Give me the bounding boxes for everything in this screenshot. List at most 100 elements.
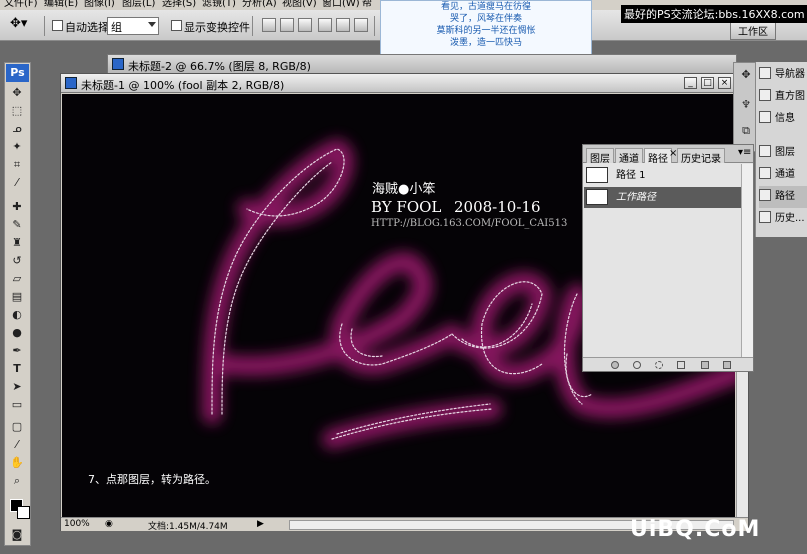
menu-file[interactable]: 文件(F)	[4, 0, 38, 9]
menu-analysis[interactable]: 分析(A)	[242, 0, 277, 9]
stroke-path-icon[interactable]	[633, 361, 641, 369]
menu-layer[interactable]: 图层(L)	[122, 0, 155, 9]
tab-layers[interactable]: 图层	[586, 148, 614, 165]
eyedropper-icon[interactable]: ⁄	[10, 177, 24, 189]
fill-path-icon[interactable]	[611, 361, 619, 369]
dock-histogram[interactable]: 直方图	[759, 86, 807, 108]
panel-menu-icon[interactable]: ▾≡	[738, 147, 751, 158]
dock-history[interactable]: 历史...	[759, 208, 807, 230]
brushes-icon[interactable]: ♆	[739, 99, 753, 111]
tab-paths[interactable]: 路径	[644, 148, 672, 165]
blog-url: HTTP://BLOG.163.COM/FOOL_CAI513	[371, 218, 568, 229]
dock-item-label: 信息	[775, 113, 795, 124]
path-name: 工作路径	[616, 192, 656, 203]
tab-channels[interactable]: 通道	[615, 148, 643, 165]
hand-tool-icon[interactable]: ✋	[10, 457, 24, 469]
dock-paths[interactable]: 路径	[759, 186, 807, 208]
show-transform-label: 显示变换控件	[184, 21, 250, 34]
clone-source-icon[interactable]: ⧉	[739, 125, 753, 137]
type-tool-icon[interactable]: T	[10, 363, 24, 375]
auto-select-value: 组	[111, 21, 122, 34]
path-row[interactable]: 路径 1	[584, 165, 741, 186]
magic-wand-icon[interactable]: ✦	[10, 141, 24, 153]
auto-select-checkbox[interactable]	[52, 20, 63, 31]
menu-help[interactable]: 帮	[362, 0, 372, 9]
dock-info[interactable]: 信息	[759, 108, 807, 130]
clone-stamp-icon[interactable]: ♜	[10, 237, 24, 249]
pen-tool-icon[interactable]: ✒	[10, 345, 24, 357]
status-arrow-icon[interactable]: ▶	[257, 519, 264, 529]
options-separator	[374, 16, 375, 36]
history-brush-icon[interactable]: ↺	[10, 255, 24, 267]
align-top-icon[interactable]	[262, 18, 276, 32]
zoom-tool-icon[interactable]: ⌕	[10, 475, 24, 487]
make-work-path-icon[interactable]	[677, 361, 685, 369]
brush-tool-icon[interactable]: ✎	[10, 219, 24, 231]
align-bottom-icon[interactable]	[298, 18, 312, 32]
channels-icon	[759, 167, 771, 179]
notes-tool-icon[interactable]: ▢	[10, 421, 24, 433]
gradient-tool-icon[interactable]: ▤	[10, 291, 24, 303]
dock-item-label: 通道	[775, 169, 795, 180]
eyedropper-icon[interactable]: ⁄	[10, 439, 24, 451]
dock-navigator[interactable]: 导航器	[759, 64, 807, 86]
dodge-tool-icon[interactable]: ●	[10, 327, 24, 339]
crop-tool-icon[interactable]: ⌗	[10, 159, 24, 171]
navigator-icon	[759, 67, 771, 79]
eraser-tool-icon[interactable]: ▱	[10, 273, 24, 285]
background-color-swatch[interactable]	[17, 506, 30, 519]
zoom-level[interactable]: 100%	[64, 519, 90, 529]
options-separator	[252, 16, 253, 36]
load-selection-icon[interactable]	[655, 361, 663, 369]
minimize-button[interactable]: _	[684, 77, 697, 89]
dock-item-label: 历史...	[775, 213, 805, 224]
path-thumbnail	[586, 167, 608, 183]
shape-tool-icon[interactable]: ▭	[10, 399, 24, 411]
background-document-window[interactable]: 未标题-2 @ 66.7% (图层 8, RGB/8)	[107, 54, 737, 74]
document-titlebar[interactable]: 未标题-1 @ 100% (fool 副本 2, RGB/8) _ □ ×	[61, 74, 748, 93]
lasso-tool-icon[interactable]: ᓄ	[10, 123, 24, 135]
move-tool-icon[interactable]: ✥▾	[10, 16, 27, 31]
align-vcenter-icon[interactable]	[280, 18, 294, 32]
dock-channels[interactable]: 通道	[759, 164, 807, 186]
tool-presets-icon[interactable]: ✥	[739, 69, 753, 81]
close-button[interactable]: ×	[718, 77, 731, 89]
menu-image[interactable]: 图像(I)	[84, 0, 115, 9]
document-size[interactable]: 文档:1.45M/4.74M	[148, 519, 228, 532]
paths-scrollbar[interactable]	[741, 164, 753, 357]
status-info-icon[interactable]: ◉	[105, 519, 113, 529]
dock-item-label: 路径	[775, 191, 795, 202]
dock-icon-strip: ✥ ♆ ⧉	[733, 62, 756, 152]
marquee-tool-icon[interactable]: ⬚	[10, 105, 24, 117]
paths-panel: 图层 通道 路径 × 历史记录 ▾≡ 路径 1 工作路径	[582, 144, 754, 372]
path-select-icon[interactable]: ➤	[10, 381, 24, 393]
auto-select-dropdown[interactable]: 组	[107, 17, 159, 35]
tab-history[interactable]: 历史记录	[677, 148, 725, 165]
histogram-icon	[759, 89, 771, 101]
history-icon	[759, 211, 771, 223]
dock-panel: 导航器 直方图 信息 图层 通道 路径 历史...	[755, 62, 807, 237]
align-left-icon[interactable]	[318, 18, 332, 32]
menu-window[interactable]: 窗口(W)	[322, 0, 360, 9]
document-icon	[112, 58, 124, 70]
popup-line: 泼墨，造一匹快马	[449, 38, 522, 48]
menu-filter[interactable]: 滤镜(T)	[202, 0, 236, 9]
healing-brush-icon[interactable]: ✚	[10, 201, 24, 213]
menu-view[interactable]: 视图(V)	[282, 0, 317, 9]
menu-select[interactable]: 选择(S)	[162, 0, 196, 9]
dock-layers[interactable]: 图层	[759, 142, 807, 164]
delete-path-icon[interactable]	[723, 361, 731, 369]
new-path-icon[interactable]	[701, 361, 709, 369]
blur-tool-icon[interactable]: ◐	[10, 309, 24, 321]
move-tool-icon[interactable]: ✥	[10, 87, 24, 99]
path-row[interactable]: 工作路径	[584, 187, 741, 208]
align-right-icon[interactable]	[354, 18, 368, 32]
maximize-button[interactable]: □	[701, 77, 714, 89]
quick-mask-icon[interactable]: ◙	[10, 529, 24, 541]
align-hcenter-icon[interactable]	[336, 18, 350, 32]
ps-logo: Ps	[6, 64, 29, 82]
show-transform-checkbox[interactable]	[171, 20, 182, 31]
document-title: 未标题-1 @ 100% (fool 副本 2, RGB/8)	[81, 79, 285, 92]
menu-edit[interactable]: 编辑(E)	[44, 0, 78, 9]
path-name: 路径 1	[616, 170, 646, 181]
